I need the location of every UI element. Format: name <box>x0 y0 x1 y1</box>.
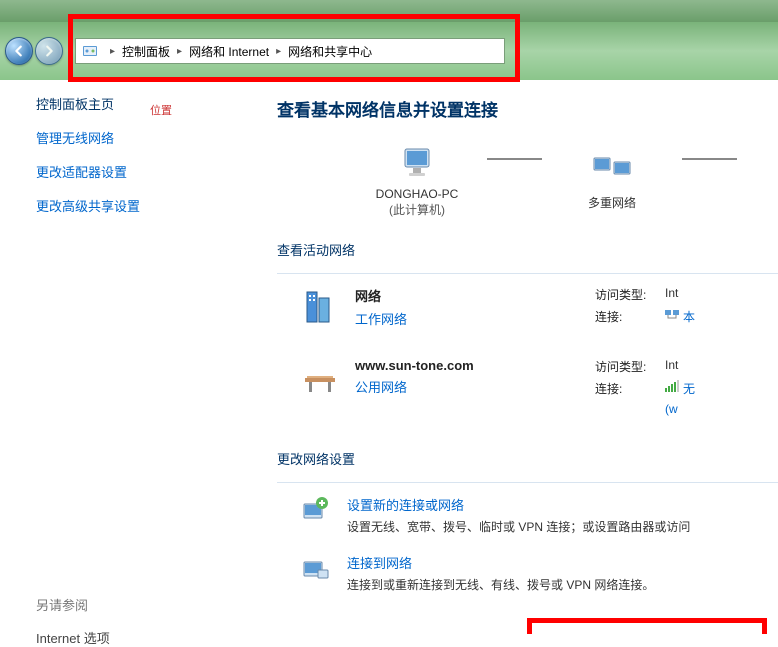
chevron-icon: ▸ <box>172 46 187 57</box>
main-content: 查看基本网络信息并设置连接 DONGHAO-PC (此计算机) 多重网络 查看活… <box>247 80 778 634</box>
network-name: www.sun-tone.com <box>355 358 595 373</box>
see-also-header: 另请参阅 <box>36 595 247 614</box>
task-row: 设置新的连接或网络 设置无线、宽带、拨号、临时或 VPN 连接；或设置路由器或访… <box>277 495 778 535</box>
sidebar-item-adapter[interactable]: 更改适配器设置 <box>36 162 247 181</box>
sidebar-item-wireless[interactable]: 管理无线网络 <box>36 128 247 147</box>
page-title: 查看基本网络信息并设置连接 <box>277 96 778 121</box>
sidebar-item-sharing[interactable]: 更改高级共享设置 <box>36 196 247 215</box>
breadcrumb-bar[interactable]: ▸ 控制面板 ▸ 网络和 Internet ▸ 网络和共享中心 <box>75 38 505 64</box>
network-row: www.sun-tone.com 公用网络 访问类型: Int 连接: 无 (w <box>277 358 778 421</box>
forward-button[interactable] <box>35 37 63 65</box>
lan-icon <box>665 308 679 320</box>
work-network-icon <box>299 286 341 328</box>
sidebar-item-internet-options[interactable]: Internet 选项 <box>36 631 110 646</box>
crumb-sharing-center[interactable]: 网络和共享中心 <box>286 43 374 60</box>
signal-icon <box>665 380 679 392</box>
task-row: 连接到网络 连接到或重新连接到无线、有线、拨号或 VPN 网络连接。 <box>277 553 778 593</box>
map-connector <box>682 158 737 160</box>
sidebar: 控制面板主页 位置 管理无线网络 更改适配器设置 更改高级共享设置 另请参阅 I… <box>0 80 247 634</box>
network-map: DONGHAO-PC (此计算机) 多重网络 <box>277 139 778 218</box>
crumb-control-panel[interactable]: 控制面板 <box>120 43 172 60</box>
section-active-networks: 查看活动网络 <box>277 240 778 263</box>
map-node-networks[interactable]: 多重网络 <box>542 146 682 211</box>
map-connector <box>487 158 542 160</box>
public-network-icon <box>299 358 341 400</box>
annotation-highlight <box>527 618 767 634</box>
address-bar-area: ▸ 控制面板 ▸ 网络和 Internet ▸ 网络和共享中心 <box>0 22 778 80</box>
control-panel-icon <box>81 42 99 60</box>
task-connect-network[interactable]: 连接到网络 <box>347 553 654 572</box>
computer-icon <box>347 139 487 181</box>
network-row: 网络 工作网络 访问类型: Int 连接: 本 <box>277 286 778 330</box>
crumb-network-internet[interactable]: 网络和 Internet <box>187 43 271 60</box>
connect-network-icon <box>299 553 331 585</box>
sidebar-home[interactable]: 控制面板主页 <box>36 94 247 113</box>
connection-link[interactable]: 本 <box>683 308 695 325</box>
back-button[interactable] <box>5 37 33 65</box>
network-type-link[interactable]: 工作网络 <box>355 309 595 328</box>
task-new-connection[interactable]: 设置新的连接或网络 <box>347 495 690 514</box>
network-group-icon <box>542 146 682 188</box>
network-name: 网络 <box>355 286 595 305</box>
new-connection-icon <box>299 495 331 527</box>
map-node-this-pc[interactable]: DONGHAO-PC (此计算机) <box>347 139 487 218</box>
network-type-link[interactable]: 公用网络 <box>355 377 595 396</box>
section-change-settings: 更改网络设置 <box>277 449 778 472</box>
chevron-icon: ▸ <box>105 46 120 57</box>
location-label: 位置 <box>150 102 172 118</box>
connection-link[interactable]: 无 <box>683 380 695 397</box>
chevron-icon: ▸ <box>271 46 286 57</box>
